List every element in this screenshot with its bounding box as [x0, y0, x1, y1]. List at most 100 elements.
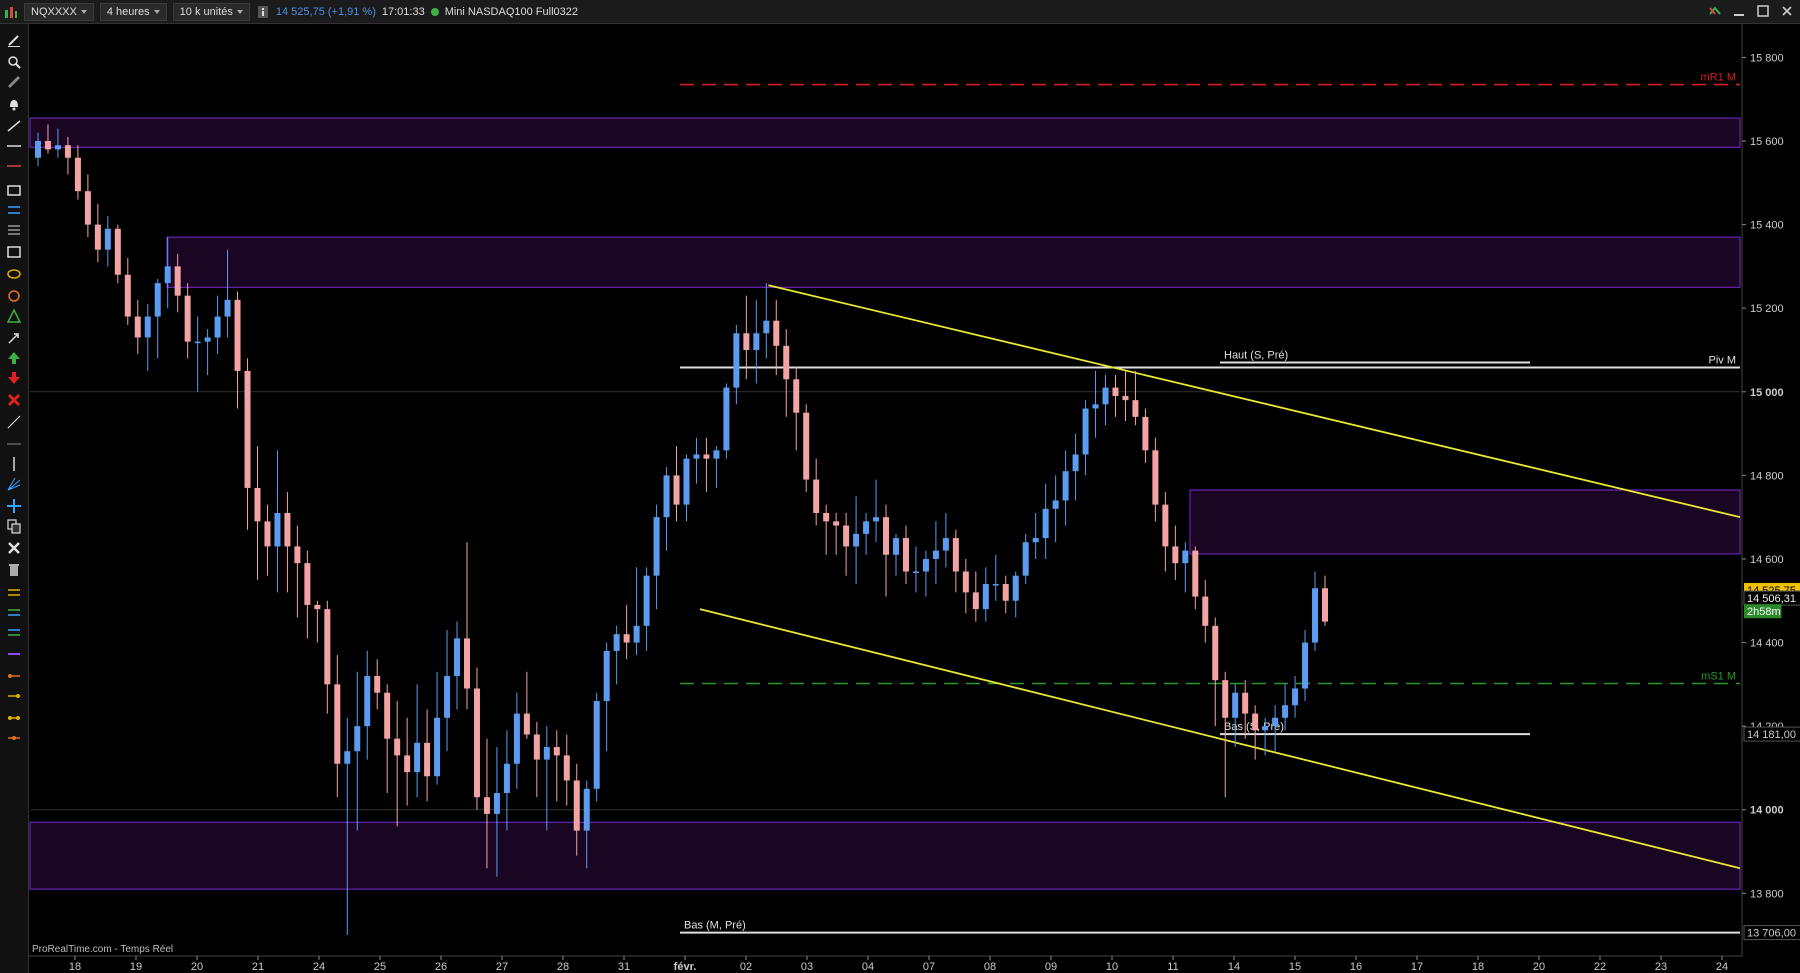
arrow-tool-icon[interactable] [6, 330, 22, 346]
info-icon[interactable] [256, 5, 270, 19]
price-tag-label: 13 706,00 [1747, 928, 1796, 940]
candle-body [513, 713, 520, 764]
limit-line-icon[interactable] [6, 688, 22, 704]
move-icon[interactable] [6, 498, 22, 514]
alert-line-icon[interactable] [6, 668, 22, 684]
candle-body [962, 571, 969, 593]
candle-body [1282, 705, 1289, 718]
candle-body [1042, 508, 1049, 539]
minimize-icon[interactable] [1732, 4, 1746, 18]
candle-body [663, 475, 670, 518]
triangle-icon[interactable] [6, 308, 22, 324]
candle-body [114, 228, 121, 275]
price-tick-label: 15 200 [1750, 303, 1784, 315]
separator-icon [6, 436, 22, 452]
candle-body [1202, 596, 1209, 626]
date-tick-label: 11 [1167, 961, 1178, 973]
settings-tools-icon[interactable] [6, 540, 22, 556]
candle-body [1002, 584, 1009, 601]
date-tick-label: févr. [674, 961, 697, 973]
zone-rect [1189, 489, 1741, 555]
candle-body [44, 141, 51, 150]
date-tick-label: 23 [1655, 961, 1667, 973]
pencil-icon[interactable] [6, 32, 22, 48]
trash-icon[interactable] [6, 562, 22, 578]
close-icon[interactable] [1780, 4, 1794, 18]
level-label: Bas (M, Pré) [684, 920, 746, 932]
delete-icon[interactable] [6, 392, 22, 408]
fibonacci-icon[interactable] [6, 222, 22, 238]
candle-body [813, 479, 820, 513]
candle-body [324, 609, 331, 685]
price-tag-label: 14 181,00 [1747, 729, 1796, 741]
ruler-icon[interactable] [6, 74, 22, 90]
date-tick-label: 04 [862, 961, 874, 973]
trendline-tool-icon[interactable] [6, 118, 22, 134]
candle-body [793, 379, 800, 413]
candle-body [823, 512, 830, 522]
maximize-icon[interactable] [1756, 4, 1770, 18]
arrow-up-icon[interactable] [6, 350, 22, 366]
candle-body [753, 333, 760, 350]
candle-body [653, 517, 660, 576]
candle-body [573, 780, 580, 831]
candle-body [1242, 692, 1249, 714]
date-tick-label: 08 [984, 961, 996, 973]
candle-body [1132, 400, 1139, 417]
order-icon[interactable] [6, 646, 22, 662]
stop-level-icon[interactable] [6, 584, 22, 600]
chart-sync-icon[interactable] [1708, 4, 1722, 18]
copy-icon[interactable] [6, 518, 22, 534]
candle-body [174, 266, 181, 296]
date-tick-label: 09 [1045, 961, 1057, 973]
frame-icon[interactable] [6, 244, 22, 260]
candle-body [184, 295, 191, 342]
date-tick-label: 21 [252, 961, 264, 973]
date-tick-label: 18 [69, 961, 81, 973]
level-label: mR1 M [1701, 72, 1736, 84]
price-tag-label: 2h58m [1747, 606, 1781, 618]
horizontal-line-icon[interactable] [6, 138, 22, 154]
candle-body [64, 145, 71, 158]
ellipse-icon[interactable] [6, 266, 22, 282]
zoom-icon[interactable] [6, 54, 22, 70]
date-tick-label: 15 [1289, 961, 1301, 973]
candle-body [444, 675, 451, 718]
candle-body [144, 316, 151, 338]
price-chart[interactable]: mR1 MPiv MHaut (S, Pré)mS1 MBas (S, Pré)… [0, 0, 1800, 973]
candle-body [264, 521, 271, 547]
price-tick-label: 14 000 [1750, 805, 1784, 817]
alert-bell-icon[interactable] [6, 96, 22, 112]
target-level-icon[interactable] [6, 604, 22, 620]
candle-body [434, 717, 441, 777]
candle-body [1292, 688, 1299, 706]
candle-body [364, 675, 371, 727]
instrument-selector[interactable]: NQXXXX [24, 2, 94, 21]
candle-body [1152, 450, 1159, 505]
units-selector[interactable]: 10 k unités [172, 2, 250, 21]
cycle-icon[interactable] [6, 288, 22, 304]
candle-body [35, 141, 41, 158]
candle-body [164, 266, 171, 284]
line-icon[interactable] [6, 414, 22, 430]
timeframe-selector[interactable]: 4 heures [99, 2, 167, 21]
candle-body [932, 550, 939, 559]
range-line-icon[interactable] [6, 710, 22, 726]
horizontal-ray-icon[interactable] [6, 158, 22, 174]
level-label: Haut (S, Pré) [1224, 350, 1288, 362]
vertical-line-icon[interactable] [6, 456, 22, 472]
gann-fan-icon[interactable] [6, 476, 22, 492]
candle-body [833, 521, 840, 526]
date-tick-label: 16 [1350, 961, 1362, 973]
candle-body [374, 675, 381, 693]
position-icon[interactable] [6, 624, 22, 640]
candle-body [204, 337, 211, 342]
candle-body [853, 533, 860, 547]
candle-body [972, 592, 979, 610]
channel-icon[interactable] [6, 202, 22, 218]
date-tick-label: 25 [374, 961, 386, 973]
arrow-down-icon[interactable] [6, 370, 22, 386]
stop-line-icon[interactable] [6, 730, 22, 746]
chart-type-icon[interactable] [4, 5, 18, 19]
rectangle-icon[interactable] [6, 182, 22, 198]
